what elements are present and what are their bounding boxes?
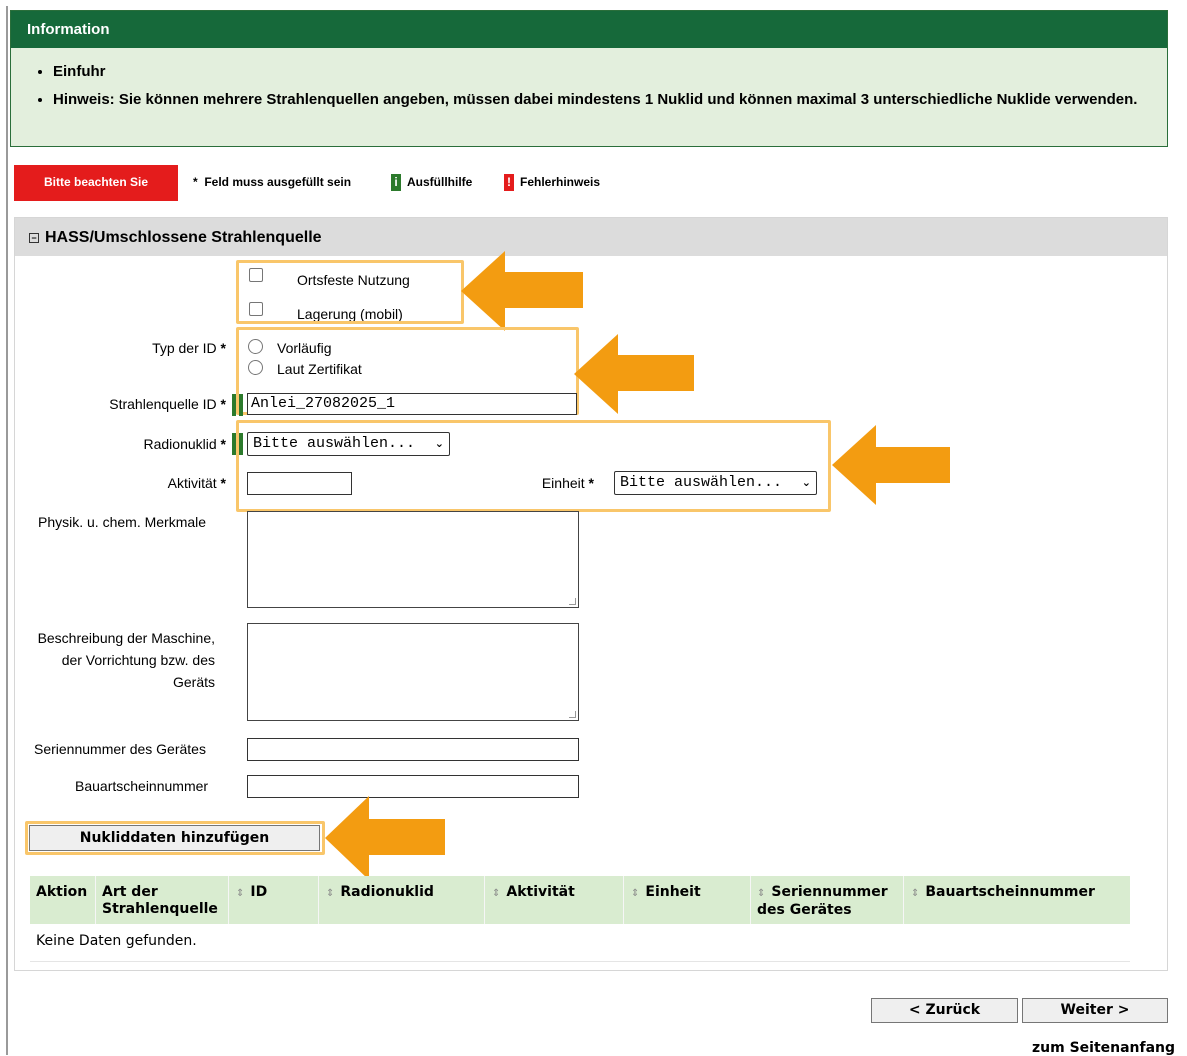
- column-header-einheit[interactable]: ⇕ Einheit: [631, 884, 701, 902]
- column-divider: [750, 876, 751, 924]
- legend-error-text: Fehlerhinweis: [520, 175, 601, 189]
- error-hint-icon: !: [504, 174, 514, 192]
- help-marker-icon[interactable]: [232, 394, 236, 416]
- sort-icon: ⇕: [326, 888, 335, 899]
- column-header-radionuklid-label: Radionuklid: [340, 884, 434, 900]
- column-divider: [95, 876, 96, 924]
- info-bullet-hinweis: Hinweis: Sie können mehrere Strahlenquel…: [53, 90, 1167, 109]
- column-divider: [228, 876, 229, 924]
- arrow-head-add-button: [325, 796, 369, 880]
- sort-icon: ⇕: [631, 888, 640, 899]
- information-list: Einfuhr Hinweis: Sie können mehrere Stra…: [11, 62, 1167, 109]
- column-divider: [484, 876, 485, 924]
- column-header-id[interactable]: ⇕ ID: [236, 884, 267, 902]
- label-physik-chem-merkmale: Physik. u. chem. Merkmale: [38, 514, 207, 530]
- strahlenquelle-id-input[interactable]: Anlei_27082025_1: [247, 393, 577, 415]
- back-to-top-link[interactable]: zum Seitenanfang: [1032, 1040, 1175, 1056]
- highlight-box-nuclide-activity: [236, 420, 831, 512]
- column-header-aktivitaet[interactable]: ⇕ Aktivität: [492, 884, 575, 902]
- required-star: *: [193, 175, 198, 189]
- sort-icon: ⇕: [911, 888, 920, 899]
- column-header-bauartscheinnummer-label: Bauartscheinnummer: [925, 884, 1095, 900]
- column-divider: [318, 876, 319, 924]
- typ-der-id-text: Typ der ID: [152, 340, 217, 356]
- required-star: *: [220, 396, 226, 412]
- sort-icon: ⇕: [236, 888, 245, 899]
- required-star: *: [220, 475, 226, 491]
- label-radionuklid: Radionuklid *: [60, 436, 226, 452]
- column-header-aktivitaet-label: Aktivität: [506, 884, 575, 900]
- column-divider: [903, 876, 904, 924]
- label-typ-der-id: Typ der ID *: [60, 340, 226, 356]
- information-header: Information: [11, 11, 1167, 48]
- help-marker-icon[interactable]: [239, 394, 243, 416]
- information-box: Information Einfuhr Hinweis: Sie können …: [10, 10, 1168, 147]
- label-aktivitaet: Aktivität *: [60, 475, 226, 491]
- next-button[interactable]: Weiter >: [1022, 998, 1168, 1023]
- collapse-toggle-icon[interactable]: −: [29, 232, 39, 243]
- legend-help: i Ausfüllhilfe: [391, 174, 473, 192]
- required-star: *: [220, 340, 226, 356]
- arrow-head-nuclide: [832, 425, 876, 505]
- label-bauartscheinnummer: Bauartscheinnummer: [75, 778, 209, 794]
- radionuklid-text: Radionuklid: [143, 436, 217, 452]
- required-star: *: [220, 436, 226, 452]
- sort-icon: ⇕: [757, 888, 766, 899]
- no-data-message: Keine Daten gefunden.: [36, 933, 197, 949]
- sort-icon: ⇕: [492, 888, 501, 899]
- arrow-body-nuclide: [874, 447, 950, 483]
- highlight-box-add-button: [25, 821, 325, 855]
- beschreibung-textarea[interactable]: [247, 623, 579, 721]
- label-strahlenquelle-id: Strahlenquelle ID *: [60, 396, 226, 412]
- seriennummer-input[interactable]: [247, 738, 579, 761]
- column-divider: [623, 876, 624, 924]
- legend-required-text: Feld muss ausgefüllt sein: [204, 175, 352, 189]
- label-beschreibung-line: Beschreibung der Maschine,: [37, 630, 215, 646]
- column-header-seriennummer-label: Seriennummer des Gerätes: [757, 884, 888, 918]
- physik-chem-merkmale-textarea[interactable]: [247, 511, 579, 608]
- label-beschreibung-line: der Vorrichtung bzw. des: [61, 652, 215, 668]
- arrow-head-id-type: [574, 334, 618, 414]
- highlight-box-checkboxes: [236, 260, 464, 324]
- aktivitaet-text: Aktivität: [167, 475, 217, 491]
- legend-help-text: Ausfüllhilfe: [407, 175, 473, 189]
- bauartscheinnummer-input[interactable]: [247, 775, 579, 798]
- column-header-aktion: Aktion: [36, 884, 88, 900]
- panel-header[interactable]: − HASS/Umschlossene Strahlenquelle: [15, 218, 1167, 256]
- arrow-body-id-type: [616, 355, 694, 391]
- info-help-icon: i: [391, 174, 401, 192]
- arrow-head-checkboxes: [461, 251, 505, 331]
- label-seriennummer: Seriennummer des Gerätes: [34, 741, 206, 757]
- back-button[interactable]: < Zurück: [871, 998, 1018, 1023]
- label-beschreibung-line: Geräts: [172, 674, 215, 690]
- column-header-einheit-label: Einheit: [645, 884, 701, 900]
- legend-error: ! Fehlerhinweis: [504, 174, 601, 192]
- legend-required: * Feld muss ausgefüllt sein: [193, 174, 351, 190]
- label-beschreibung: Beschreibung der Maschine, der Vorrichtu…: [24, 627, 215, 693]
- arrow-body-add-button: [367, 819, 445, 855]
- column-header-radionuklid[interactable]: ⇕ Radionuklid: [326, 884, 434, 902]
- strahlenquelle-id-text: Strahlenquelle ID: [109, 396, 217, 412]
- notice-label: Bitte beachten Sie: [14, 165, 178, 201]
- info-bullet-einfuhr: Einfuhr: [53, 62, 1167, 81]
- page-left-border: [6, 6, 8, 1055]
- panel-title: HASS/Umschlossene Strahlenquelle: [45, 229, 322, 246]
- column-header-id-label: ID: [250, 884, 268, 900]
- column-header-bauartscheinnummer[interactable]: ⇕ Bauartscheinnummer: [911, 884, 1095, 902]
- arrow-body-checkboxes: [503, 272, 583, 308]
- column-header-seriennummer[interactable]: ⇕ Seriennummer des Gerätes: [757, 884, 902, 919]
- column-header-art: Art der Strahlenquelle: [102, 884, 218, 917]
